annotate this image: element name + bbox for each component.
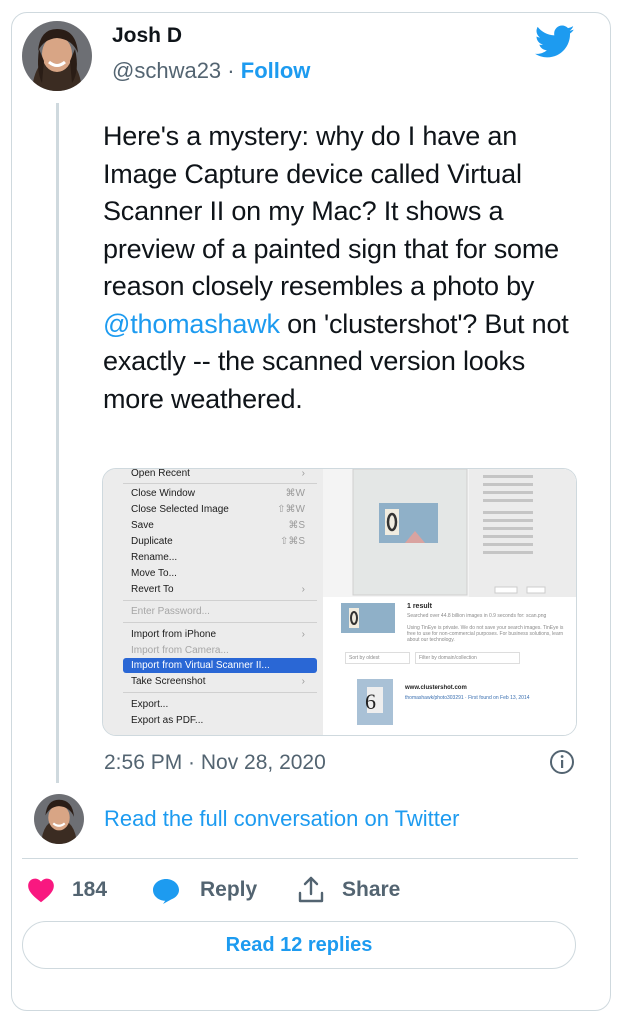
author-handle-row: @schwa23 · Follow — [112, 58, 310, 84]
read-conversation-link[interactable]: Read the full conversation on Twitter — [104, 806, 459, 832]
tweet-text: Here's a mystery: why do I have an Image… — [103, 118, 573, 418]
menu-item-import-virtual-scanner: Import from Virtual Scanner II... — [123, 658, 317, 673]
conversation-avatar[interactable] — [34, 794, 84, 844]
filter-input: Filter by domain/collection — [415, 652, 520, 664]
like-count[interactable]: 184 — [72, 878, 107, 902]
result-sub: Searched over 44.8 billion images in 0.9… — [407, 613, 547, 619]
menu-item-rename: Rename... — [131, 552, 178, 563]
menu-item-export: Export... — [131, 699, 169, 710]
menu-item-close-window: Close Window ⌘W — [131, 488, 305, 499]
sign-number: 6 — [365, 689, 376, 714]
file-menu: Open Recent › Close Window ⌘W Close Select… — [103, 469, 323, 735]
result-title: 1 result — [407, 603, 432, 610]
read-replies-button[interactable]: Read 12 replies — [22, 921, 576, 969]
info-icon[interactable] — [549, 749, 575, 775]
menu-separator — [123, 622, 317, 623]
mention-link[interactable]: @thomashawk — [103, 309, 280, 339]
heart-icon[interactable] — [27, 877, 55, 903]
tweet-media-image[interactable]: Open Recent › Close Window ⌘W Close Select… — [102, 468, 577, 736]
scanner-and-results-pane: 1 result Searched over 44.8 billion imag… — [323, 469, 576, 735]
result-thumbnail — [341, 603, 395, 633]
menu-item-enter-password: Enter Password... — [131, 606, 210, 617]
reply-button[interactable]: Reply — [200, 878, 257, 902]
author-name[interactable]: Josh D — [112, 24, 182, 48]
menu-separator — [123, 483, 317, 484]
divider — [22, 858, 578, 859]
author-avatar[interactable] — [22, 21, 92, 91]
tweet-text-before: Here's a mystery: why do I have an Image… — [103, 121, 559, 301]
menu-item-export-pdf: Export as PDF... — [131, 715, 204, 726]
twitter-bird-icon[interactable] — [535, 25, 575, 59]
menu-item-take-screenshot: Take Screenshot › — [131, 676, 305, 687]
sort-select: Sort by oldest — [345, 652, 410, 664]
follow-link[interactable]: Follow — [241, 58, 311, 83]
thread-line — [56, 103, 59, 783]
share-icon[interactable] — [297, 875, 325, 905]
scanner-preview — [323, 469, 576, 597]
reply-bubble-icon[interactable] — [151, 877, 181, 905]
menu-item-save: Save ⌘S — [131, 520, 305, 531]
menu-separator — [123, 600, 317, 601]
menu-separator — [123, 692, 317, 693]
menu-item-duplicate: Duplicate ⇧⌘S — [131, 536, 305, 547]
result-note: Using TinEye is private. We do not save … — [407, 625, 564, 643]
match-domain: www.clustershot.com — [405, 685, 467, 691]
reverse-search-results: 1 result Searched over 44.8 billion imag… — [323, 597, 576, 735]
match-path: thomashawk/photo303291 · First found on … — [405, 695, 530, 701]
menu-item-import-iphone: Import from iPhone › — [131, 629, 305, 640]
menu-item-open-recent: Open Recent › — [131, 468, 305, 479]
menu-item-revert-to: Revert To › — [131, 584, 305, 595]
menu-item-move-to: Move To... — [131, 568, 177, 579]
tweet-timestamp[interactable]: 2:56 PM · Nov 28, 2020 — [104, 751, 326, 775]
separator-dot: · — [227, 58, 235, 83]
menu-item-close-selected-image: Close Selected Image ⇧⌘W — [131, 504, 305, 515]
share-button[interactable]: Share — [342, 878, 400, 902]
menu-item-import-camera: Import from Camera... — [131, 645, 229, 656]
author-handle[interactable]: @schwa23 — [112, 58, 221, 83]
